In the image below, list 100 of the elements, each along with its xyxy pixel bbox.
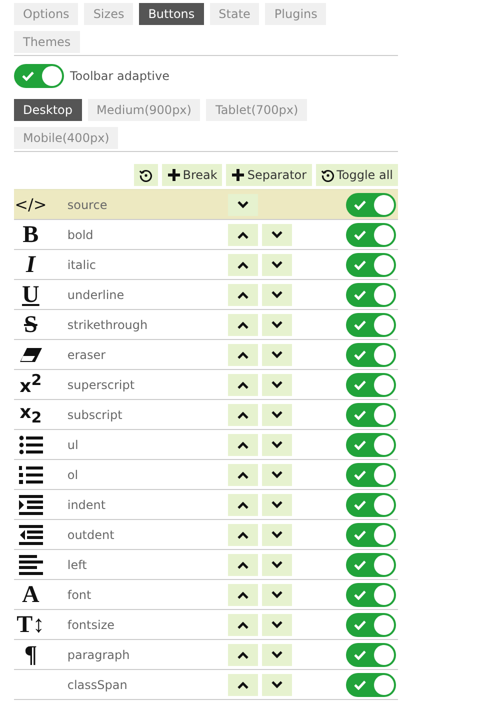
move-up-button[interactable] — [228, 284, 258, 306]
button-name: paragraph — [66, 648, 131, 662]
check-icon — [354, 410, 366, 420]
move-up-button[interactable] — [228, 554, 258, 576]
toggle-switch[interactable] — [346, 552, 396, 576]
move-up-button[interactable] — [228, 614, 258, 636]
check-icon — [22, 71, 34, 81]
move-up-button[interactable] — [228, 494, 258, 516]
toggle-switch[interactable] — [346, 402, 396, 426]
button-row[interactable]: ul — [14, 430, 398, 460]
move-down-button[interactable] — [262, 644, 292, 666]
reset-button[interactable]: Toggle all — [316, 164, 398, 186]
toggle-switch[interactable] — [346, 252, 396, 276]
button-name: ol — [66, 468, 80, 482]
move-up-button[interactable] — [228, 434, 258, 456]
check-icon — [354, 530, 366, 540]
move-down-button[interactable] — [262, 434, 292, 456]
button-row[interactable]: </> source — [14, 190, 398, 220]
button-row[interactable]: I italic — [14, 250, 398, 280]
chevron-down-icon — [271, 530, 284, 538]
chevron-up-icon — [237, 680, 250, 688]
move-up-button[interactable] — [228, 464, 258, 486]
move-down-button[interactable] — [262, 224, 292, 246]
move-down-button[interactable] — [262, 344, 292, 366]
format-icon: </> — [14, 196, 47, 212]
move-down-button[interactable] — [262, 254, 292, 276]
move-down-button[interactable] — [262, 554, 292, 576]
toggle-switch[interactable] — [346, 642, 396, 666]
toggle-switch[interactable] — [346, 432, 396, 456]
toggle-switch[interactable] — [346, 282, 396, 306]
move-down-button[interactable] — [262, 524, 292, 546]
move-down-button[interactable] — [262, 284, 292, 306]
button-row[interactable]: B bold — [14, 220, 398, 250]
format-icon: S — [24, 312, 38, 336]
toggle-switch[interactable] — [346, 612, 396, 636]
format-icon: x$^{2}$ — [20, 373, 42, 396]
button-name: ul — [66, 438, 80, 452]
move-up-button[interactable] — [228, 524, 258, 546]
button-name: italic — [66, 258, 98, 272]
toggle-switch[interactable] — [346, 192, 396, 216]
chevron-up-icon — [237, 380, 250, 388]
check-icon — [354, 590, 366, 600]
move-down-button[interactable] — [262, 404, 292, 426]
move-down-button[interactable] — [262, 374, 292, 396]
button-row[interactable]: indent — [14, 490, 398, 520]
move-up-button[interactable] — [228, 374, 258, 396]
chevron-up-icon — [237, 530, 250, 538]
format-icon: I — [26, 252, 36, 276]
chevron-down-icon — [271, 650, 284, 658]
button-row[interactable]: U underline — [14, 280, 398, 310]
move-down-button[interactable] — [262, 614, 292, 636]
button-row[interactable]: outdent — [14, 520, 398, 550]
button-row[interactable]: classSpan — [14, 670, 398, 700]
move-up-button[interactable] — [228, 674, 258, 696]
move-down-button[interactable] — [262, 674, 292, 696]
toggle-switch[interactable] — [346, 462, 396, 486]
move-down-button[interactable] — [262, 494, 292, 516]
button-row[interactable]: S strikethrough — [14, 310, 398, 340]
reset-button[interactable] — [134, 164, 158, 186]
toggle-switch[interactable] — [346, 372, 396, 396]
move-up-button[interactable] — [228, 254, 258, 276]
button-name: outdent — [66, 528, 116, 542]
button-row[interactable]: T↕ fontsize — [14, 610, 398, 640]
move-down-button[interactable] — [228, 194, 258, 216]
move-up-button[interactable] — [228, 584, 258, 606]
button-row[interactable]: left — [14, 550, 398, 580]
move-up-button[interactable] — [228, 314, 258, 336]
toggle-switch[interactable] — [346, 492, 396, 516]
toggle-switch[interactable] — [346, 222, 396, 246]
move-up-button[interactable] — [228, 344, 258, 366]
button-row[interactable]: A font — [14, 580, 398, 610]
button-row[interactable]: x$_{2}$ subscript — [14, 400, 398, 430]
toggle-switch[interactable] — [346, 522, 396, 546]
button-row[interactable]: ¶ paragraph — [14, 640, 398, 670]
move-down-button[interactable] — [262, 314, 292, 336]
toggle-switch[interactable] — [346, 312, 396, 336]
button-name: bold — [66, 228, 94, 242]
button-row[interactable]: ol — [14, 460, 398, 490]
button-row[interactable]: eraser — [14, 340, 398, 370]
toggle-switch[interactable] — [346, 582, 396, 606]
chevron-down-icon — [237, 200, 250, 208]
move-up-button[interactable] — [228, 224, 258, 246]
tab[interactable]: Desktop — [14, 99, 82, 121]
check-icon — [354, 380, 366, 390]
check-icon — [354, 230, 366, 240]
move-up-button[interactable] — [228, 404, 258, 426]
add-button[interactable]: Break — [162, 164, 222, 186]
toggle-switch[interactable] — [346, 342, 396, 366]
toggle-switch[interactable] — [346, 672, 396, 696]
chevron-down-icon — [271, 470, 284, 478]
tab[interactable]: Buttons — [139, 3, 204, 25]
move-down-button[interactable] — [262, 584, 292, 606]
add-button[interactable]: Separator — [226, 164, 312, 186]
move-up-button[interactable] — [228, 644, 258, 666]
button-row[interactable]: x$^{2}$ superscript — [14, 370, 398, 400]
toggle-switch[interactable] — [14, 64, 64, 88]
chevron-up-icon — [237, 320, 250, 328]
chevron-up-icon — [237, 350, 250, 358]
chevron-up-icon — [237, 410, 250, 418]
move-down-button[interactable] — [262, 464, 292, 486]
